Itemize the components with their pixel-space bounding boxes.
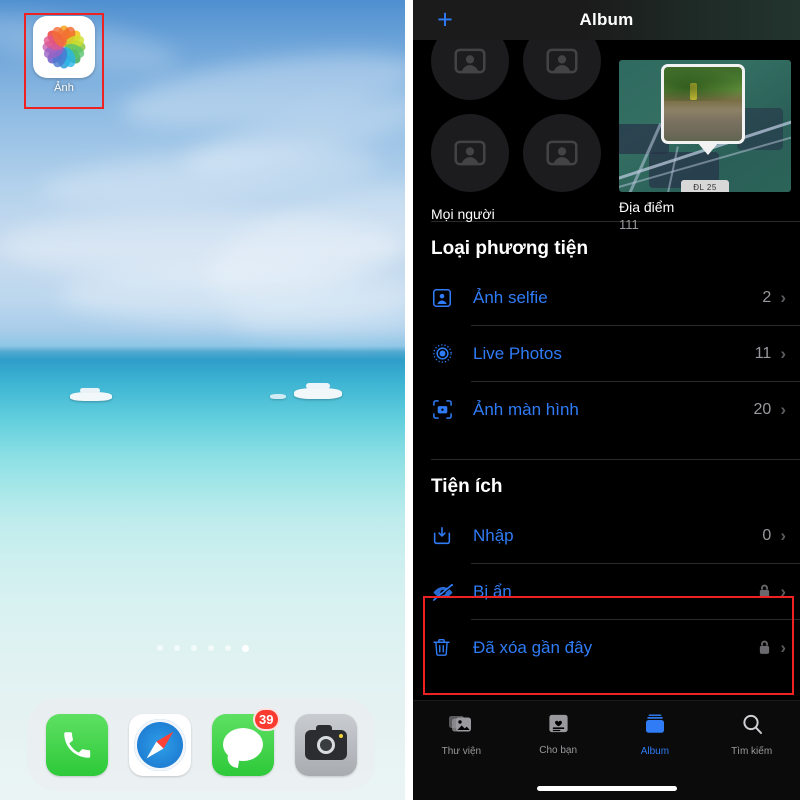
camera-icon [304, 724, 347, 760]
album-row-label: Live Photos [473, 343, 562, 363]
boat [270, 394, 286, 399]
page-dot [190, 645, 197, 651]
album-row-count: 0 [762, 526, 772, 544]
dock-icon-messages[interactable]: 39 [211, 707, 280, 776]
album-row-label: Nhập [473, 525, 514, 545]
album-label-places: Địa điểm [619, 199, 675, 215]
album-row-count: 11 [754, 344, 772, 362]
dock-icon-safari[interactable] [128, 713, 191, 776]
place-photo-preview [661, 64, 745, 144]
eye-slash-icon [431, 580, 457, 604]
tab-bar: Thư viện Cho bạn Album Tìm kiếm [413, 700, 800, 800]
tab-for-you[interactable]: Cho bạn [510, 712, 607, 756]
screenshot-root: Ảnh 39 + Album Mọi người ĐL 25 Địa điểm … [0, 0, 800, 800]
photos-app-screen: + Album Mọi người ĐL 25 Địa điểm 111 Loạ… [413, 0, 800, 800]
tab-label: Album [640, 746, 670, 757]
album-label-people: Mọi người [431, 206, 495, 222]
section-utilities: Tiện ích Nhập 0 › Bị ẩn › Đã xóa gần đây… [413, 459, 800, 675]
home-indicator [536, 786, 677, 791]
add-album-button[interactable]: + [433, 6, 457, 34]
places-map-thumbnail: ĐL 25 [619, 60, 791, 192]
chevron-right-icon: › [780, 288, 786, 307]
page-dot [224, 645, 231, 651]
section-media-types: Loại phương tiện Ảnh selfie 2 › Live Pho… [413, 221, 800, 437]
boat [294, 383, 342, 399]
album-row-label: Ảnh selfie [473, 287, 548, 307]
chevron-right-icon: › [780, 638, 786, 657]
page-dot [207, 645, 214, 651]
tab-label: Thư viện [441, 746, 482, 757]
album-row-recently-deleted[interactable]: Đã xóa gần đây › [413, 620, 800, 675]
top-album-grid: Mọi người ĐL 25 Địa điểm 111 [413, 40, 800, 232]
page-indicator-dots[interactable] [0, 645, 405, 652]
album-card-people[interactable]: Mọi người [431, 40, 601, 222]
page-dot-active [241, 645, 249, 652]
selfie-icon [431, 287, 457, 309]
messages-badge: 39 [253, 707, 280, 731]
album-row-label: Bị ẩn [473, 581, 512, 601]
chevron-right-icon: › [780, 582, 786, 601]
album-row-label: Đã xóa gần đây [473, 637, 593, 657]
person-placeholder-icon [523, 114, 601, 192]
for-you-icon [547, 712, 570, 740]
photos-app-icon [33, 16, 95, 78]
app-label-photos: Ảnh [54, 82, 74, 94]
tab-search[interactable]: Tìm kiếm [703, 712, 800, 757]
albums-icon [643, 712, 667, 741]
map-label-plate: ĐL 25 [681, 180, 729, 192]
screenshot-icon [431, 398, 457, 421]
lock-icon [758, 584, 771, 599]
page-dot [173, 645, 180, 651]
tab-label: Tìm kiếm [731, 746, 773, 757]
tab-label: Cho bạn [539, 745, 578, 756]
album-count-places: 111 [619, 217, 639, 232]
person-placeholder-icon [431, 114, 509, 192]
import-icon [431, 525, 457, 547]
page-title: Album [579, 10, 634, 29]
beach-wallpaper [0, 0, 405, 800]
album-card-places[interactable]: ĐL 25 Địa điểm 111 [619, 60, 791, 232]
library-icon [448, 712, 474, 741]
app-icon-photos[interactable]: Ảnh [27, 16, 101, 94]
album-row-live-photos[interactable]: Live Photos 11 › [413, 326, 800, 381]
navigation-bar: + Album [413, 0, 800, 40]
lock-icon [758, 640, 771, 655]
album-row-label: Ảnh màn hình [473, 399, 579, 419]
dock: 39 [27, 698, 375, 791]
live-photos-icon [431, 342, 457, 365]
chevron-right-icon: › [780, 344, 786, 363]
phone-icon [46, 714, 108, 776]
tab-library[interactable]: Thư viện [413, 712, 510, 757]
album-row-selfies[interactable]: Ảnh selfie 2 › [413, 270, 800, 325]
page-dot [156, 645, 163, 651]
album-row-hidden[interactable]: Bị ẩn › [413, 564, 800, 619]
person-placeholder-icon [431, 40, 509, 100]
dock-icon-phone[interactable] [45, 713, 108, 776]
dock-icon-camera[interactable] [294, 713, 357, 776]
album-row-count: 20 [753, 400, 772, 418]
album-row-screenshots[interactable]: Ảnh màn hình 20 › [413, 382, 800, 437]
trash-icon [431, 637, 457, 658]
message-bubble-icon [222, 728, 263, 761]
album-row-import[interactable]: Nhập 0 › [413, 508, 800, 563]
tab-albums[interactable]: Album [607, 712, 704, 757]
boat [70, 388, 112, 401]
search-icon [740, 712, 764, 741]
section-heading-utilities: Tiện ích [431, 476, 503, 497]
album-row-count: 2 [762, 288, 772, 306]
chevron-right-icon: › [780, 526, 786, 545]
compass-icon [133, 718, 186, 771]
ios-home-screen: Ảnh 39 [0, 0, 405, 800]
albums-scroll-area[interactable]: Mọi người ĐL 25 Địa điểm 111 Loại phương… [413, 40, 800, 712]
chevron-right-icon: › [780, 400, 786, 419]
panel-divider [405, 0, 413, 800]
person-placeholder-icon [523, 40, 601, 100]
